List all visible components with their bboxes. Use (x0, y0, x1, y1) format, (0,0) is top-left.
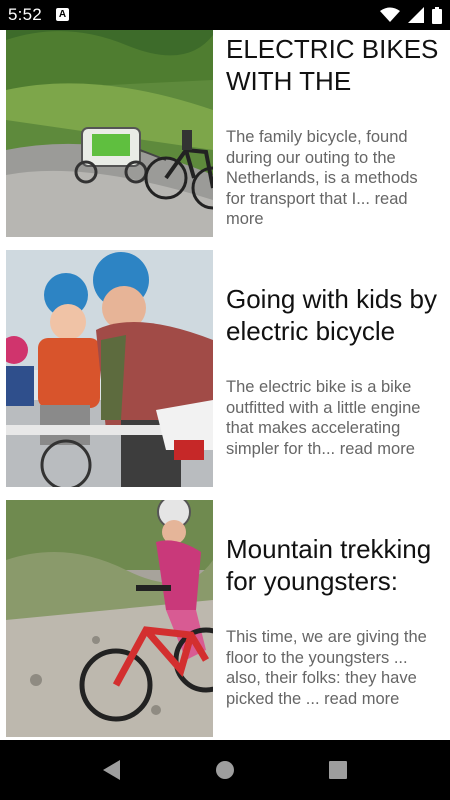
notification-icon: A (56, 8, 69, 21)
bike-trailer-photo (6, 30, 213, 237)
article-card[interactable]: Going with kids by electric bicycle The … (0, 250, 450, 488)
article-image-cargo-bike[interactable] (6, 250, 213, 487)
home-icon[interactable] (215, 759, 235, 781)
status-icons (380, 5, 442, 25)
status-bar: 5:52 A (0, 0, 450, 30)
article-title[interactable]: Mountain trekking for youngsters: (226, 534, 440, 628)
article-title[interactable]: Going with kids by electric bicycle (226, 284, 440, 378)
article-image-mountain-bike[interactable] (6, 500, 213, 737)
article-feed[interactable]: ELECTRIC BIKES WITH THE The family bicyc… (0, 30, 450, 740)
article-card[interactable]: ELECTRIC BIKES WITH THE The family bicyc… (0, 30, 450, 238)
back-icon[interactable] (102, 759, 122, 781)
mountain-bike-photo (6, 500, 213, 737)
battery-icon (432, 6, 442, 24)
article-excerpt[interactable]: The family bicycle, found during our out… (226, 127, 436, 230)
status-time: 5:52 (8, 5, 42, 24)
article-card[interactable]: Mountain trekking for youngsters: This t… (0, 500, 450, 738)
signal-icon (408, 7, 424, 23)
article-title[interactable]: ELECTRIC BIKES WITH THE (226, 34, 440, 128)
article-excerpt[interactable]: The electric bike is a bike outfitted wi… (226, 377, 436, 459)
recents-icon[interactable] (328, 759, 348, 781)
cargo-bike-photo (6, 250, 213, 487)
navigation-bar (0, 740, 450, 800)
article-image-bike-trailer[interactable] (6, 30, 213, 237)
wifi-icon (380, 7, 400, 22)
article-excerpt[interactable]: This time, we are giving the floor to th… (226, 627, 436, 709)
